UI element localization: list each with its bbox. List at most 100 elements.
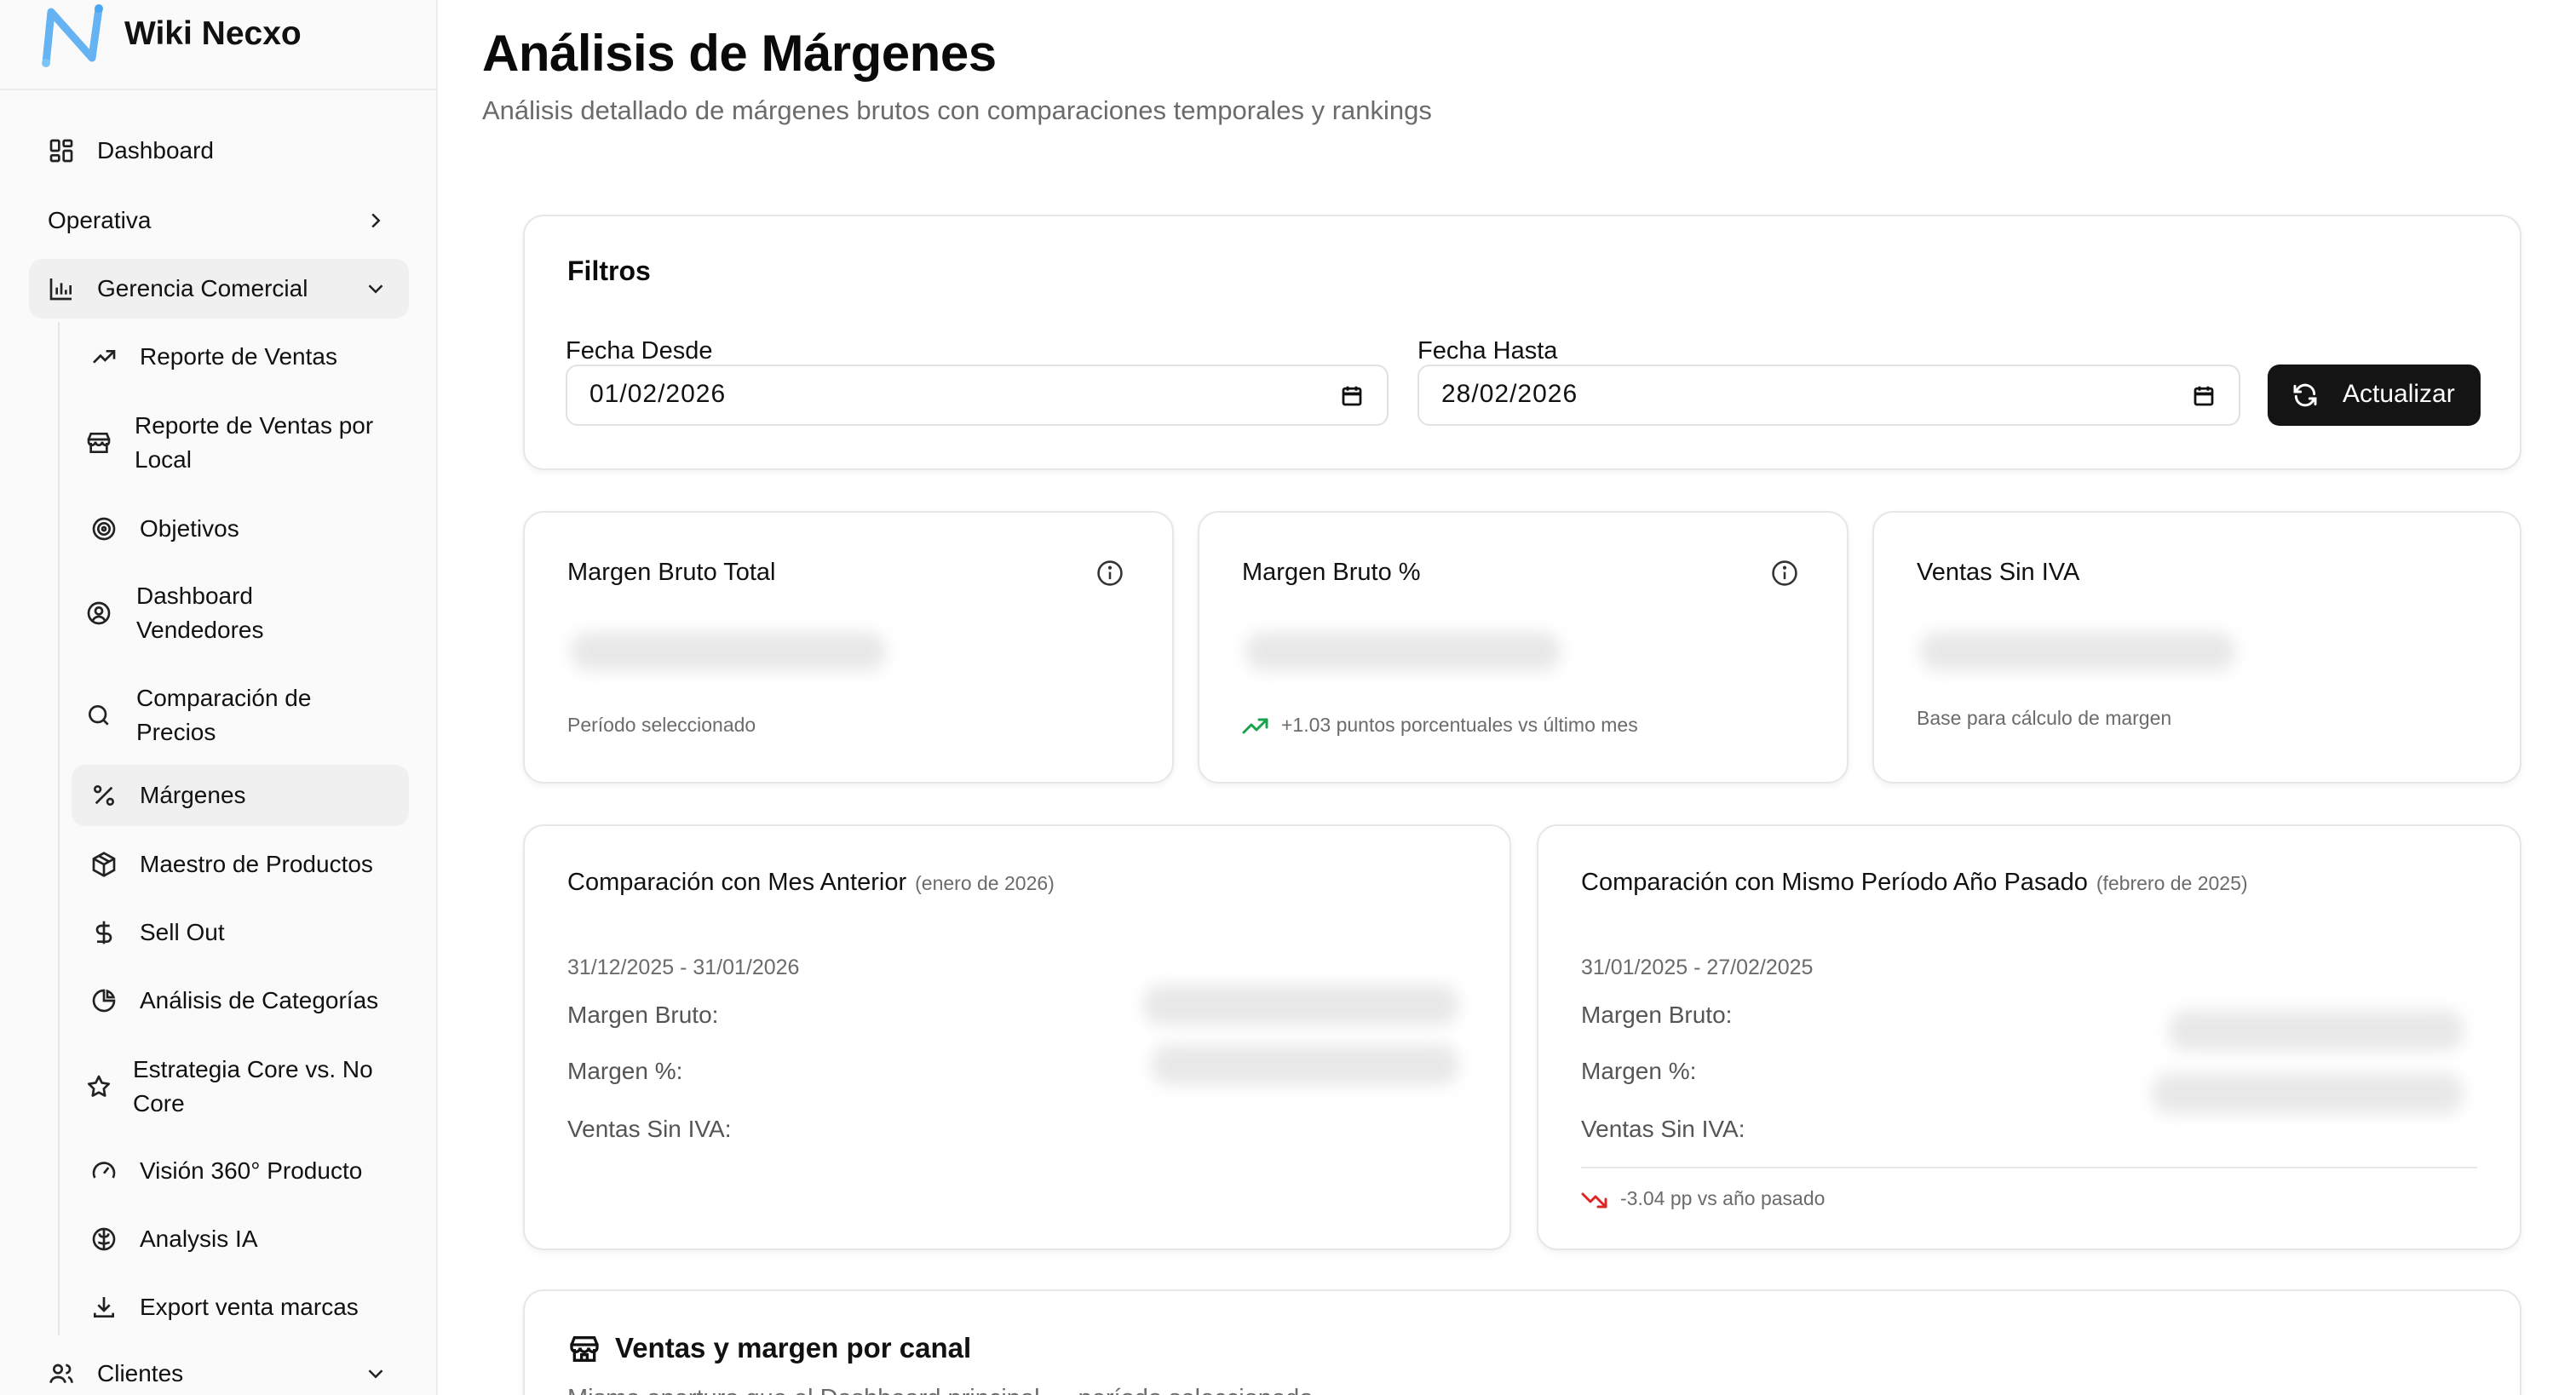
store-icon (570, 1336, 599, 1362)
sidebar-item-objetivos[interactable]: Objetivos (72, 506, 409, 552)
sidebar-item-label: Operativa (48, 207, 152, 233)
comparison-card-prev-month: Comparación con Mes Anterior (enero de 20… (523, 824, 1511, 1250)
sidebar-item-label: Dashboard (136, 583, 253, 609)
dollar-icon (89, 917, 119, 948)
date-to-value: 28/02/2026 (1441, 380, 1578, 408)
date-from-value: 01/02/2026 (589, 380, 727, 408)
sidebar-group-clientes[interactable]: Clientes (29, 1352, 409, 1395)
sidebar-item-label: Márgenes (140, 782, 246, 808)
sidebar-item-analisis-categorias[interactable]: Análisis de Categorías (72, 978, 409, 1024)
sidebar-item-estrategia-core[interactable]: Estrategia Core vs. No Core (72, 1046, 409, 1128)
sidebar-item-analysis-ia[interactable]: Analysis IA (72, 1216, 409, 1262)
sidebar-item-label: Análisis de Categorías (140, 987, 379, 1013)
sidebar-item-label-line2: Precios (136, 719, 216, 745)
update-button[interactable]: Actualizar (2268, 365, 2481, 426)
kpi-value-blurred (571, 632, 886, 671)
brain-icon (89, 1224, 119, 1254)
comparison-label-margen-bruto: Margen Bruto: (1581, 1002, 1733, 1028)
sidebar-item-label: Maestro de Productos (140, 851, 373, 877)
sidebar-item-vision-360[interactable]: Visión 360° Producto (72, 1148, 409, 1194)
info-icon[interactable] (1770, 559, 1799, 588)
sidebar-item-label: Clientes (97, 1360, 184, 1386)
sidebar-item-dashboard[interactable]: Dashboard (29, 128, 409, 174)
sidebar-item-label-line2: Core (133, 1090, 185, 1117)
necxo-logo-icon (42, 4, 103, 67)
sidebar-item-reporte-ventas[interactable]: Reporte de Ventas (72, 334, 409, 380)
sidebar-item-label: Visión 360° Producto (140, 1157, 363, 1184)
sidebar-item-margenes[interactable]: Márgenes (72, 765, 409, 826)
comparison-value-blurred (2152, 1073, 2464, 1114)
comparison-period: (febrero de 2025) (2096, 872, 2248, 894)
submenu-guide-line (58, 322, 60, 1335)
trending-up-icon (89, 342, 119, 372)
trending-up-icon (1242, 718, 1268, 734)
sidebar-item-dashboard-vendedores[interactable]: Dashboard Vendedores (72, 572, 409, 654)
star-icon (83, 1071, 114, 1102)
sidebar-group-gerencia-comercial[interactable]: Gerencia Comercial (29, 259, 409, 319)
sidebar-item-label: Reporte de Ventas (140, 343, 337, 370)
info-icon[interactable] (1095, 559, 1124, 588)
users-icon (46, 1358, 77, 1389)
trending-down-icon (1581, 1192, 1607, 1208)
sidebar-item-reporte-ventas-local[interactable]: Reporte de Ventas por Local (72, 402, 409, 484)
sidebar-item-label-line2: Vendedores (136, 617, 264, 643)
sidebar-item-label: Comparación de (136, 685, 312, 711)
user-circle-icon (83, 598, 114, 629)
comparison-label-margen-pct: Margen %: (1581, 1058, 1697, 1084)
download-icon (89, 1292, 119, 1323)
sidebar: Wiki Necxo Dashboard Operativa Gerencia … (0, 0, 438, 1395)
sidebar-item-label: Estrategia Core vs. No (133, 1056, 373, 1082)
sidebar-item-sell-out[interactable]: Sell Out (72, 910, 409, 956)
kpi-title: Margen Bruto Total (567, 559, 776, 586)
comparison-period: (enero de 2026) (915, 872, 1055, 894)
comparison-title: Comparación con Mismo Período Año Pasado… (1581, 869, 2248, 896)
layout-grid-icon (46, 135, 77, 166)
comparison-value-blurred (1152, 1044, 1458, 1085)
percent-icon (89, 780, 119, 811)
filters-title: Filtros (567, 255, 651, 286)
comparison-footer: -3.04 pp vs año pasado (1620, 1187, 1826, 1209)
pie-chart-icon (89, 985, 119, 1016)
comparison-card-last-year: Comparación con Mismo Período Año Pasado… (1537, 824, 2521, 1250)
sidebar-item-label: Reporte de Ventas por (135, 412, 374, 439)
channel-card: Ventas y margen por canal Misma apertura… (523, 1289, 2521, 1395)
gauge-icon (89, 1156, 119, 1186)
chevron-down-icon (363, 276, 388, 301)
sidebar-item-label-line2: Local (135, 446, 192, 473)
comparison-label-margen-pct: Margen %: (567, 1058, 683, 1084)
comparison-label-margen-bruto: Margen Bruto: (567, 1002, 719, 1028)
store-icon (83, 428, 114, 458)
kpi-title: Ventas Sin IVA (1917, 559, 2080, 586)
sidebar-group-operativa[interactable]: Operativa (29, 198, 409, 244)
sidebar-item-export-venta-marcas[interactable]: Export venta marcas (72, 1284, 409, 1330)
calendar-icon[interactable] (1339, 383, 1365, 409)
comparison-range: 31/01/2025 - 27/02/2025 (1581, 956, 1814, 979)
kpi-value-blurred (1245, 632, 1561, 671)
chevron-down-icon (363, 1361, 388, 1386)
date-to-input[interactable]: 28/02/2026 (1417, 365, 2240, 426)
comparison-footer-row: -3.04 pp vs año pasado (1581, 1187, 1825, 1210)
comparison-range: 31/12/2025 - 31/01/2026 (567, 956, 800, 979)
kpi-card-margen-total: Margen Bruto Total Período seleccionado (523, 511, 1174, 784)
sidebar-item-label: Export venta marcas (140, 1294, 359, 1320)
comparison-value-blurred (1143, 985, 1458, 1025)
sidebar-item-label: Gerencia Comercial (97, 275, 308, 301)
date-from-input[interactable]: 01/02/2026 (566, 365, 1389, 426)
comparison-label-ventas: Ventas Sin IVA: (567, 1116, 732, 1142)
sidebar-item-label: Sell Out (140, 919, 225, 945)
sidebar-item-comparacion-precios[interactable]: Comparación de Precios (72, 675, 409, 756)
kpi-footer-row: +1.03 puntos porcentuales vs último mes (1242, 714, 1638, 737)
sidebar-item-label: Dashboard (97, 137, 214, 164)
date-to-label: Fecha Hasta (1417, 337, 1558, 365)
search-icon (83, 700, 114, 731)
page-title: Análisis de Márgenes (482, 25, 997, 82)
comparison-title: Comparación con Mes Anterior (enero de 20… (567, 869, 1055, 896)
sidebar-item-label: Objetivos (140, 515, 239, 542)
sidebar-item-maestro-productos[interactable]: Maestro de Productos (72, 841, 409, 887)
date-from-label: Fecha Desde (566, 337, 713, 365)
refresh-icon (2293, 383, 2317, 407)
app-name: Wiki Necxo (124, 15, 302, 52)
sidebar-item-label: Analysis IA (140, 1226, 258, 1252)
channel-subtitle: Misma apertura que el Dashboard principa… (567, 1385, 1313, 1395)
calendar-icon[interactable] (2191, 383, 2217, 409)
